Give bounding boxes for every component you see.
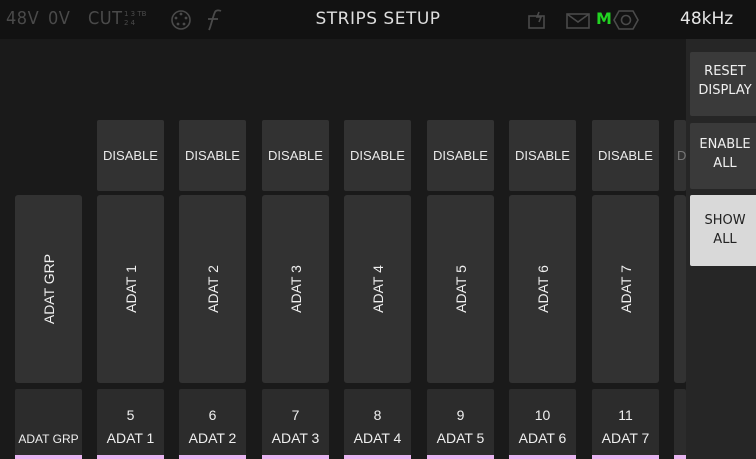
disable-button-adat-5[interactable]: DISABLE xyxy=(427,120,494,191)
disable-button-adat-7[interactable]: DISABLE xyxy=(592,120,659,191)
channel-number: 6 xyxy=(208,407,217,423)
strip-label: ADAT GRP xyxy=(40,253,57,325)
channel-number: 8 xyxy=(373,407,382,423)
channel-color-bar xyxy=(262,455,329,459)
reset-display-line2: DISPLAY xyxy=(698,83,752,98)
footer-channel-adat-7[interactable]: 11 ADAT 7 xyxy=(592,389,659,459)
footer-channel-adat-grp[interactable]: ADAT GRP xyxy=(15,389,82,459)
enable-all-line2: ALL xyxy=(713,156,737,171)
channel-number: 11 xyxy=(618,407,633,423)
reset-display-button[interactable]: RESET DISPLAY xyxy=(690,52,756,116)
strip-label: ADAT 6 xyxy=(534,265,551,313)
channel-label: ADAT GRP xyxy=(18,432,79,446)
strip-label: ADAT 1 xyxy=(122,265,139,313)
show-all-line2: ALL xyxy=(713,232,737,247)
disable-button-adat-6[interactable]: DISABLE xyxy=(509,120,576,191)
strip-label: ADAT 7 xyxy=(617,265,634,313)
channel-color-bar xyxy=(179,455,246,459)
channel-label: ADAT 5 xyxy=(436,430,485,446)
channel-label: ADAT 7 xyxy=(601,430,650,446)
channel-label: ADAT 2 xyxy=(188,430,237,446)
disable-button-adat-2[interactable]: DISABLE xyxy=(179,120,246,191)
strip-adat-grp[interactable]: ADAT GRP xyxy=(15,195,82,383)
strip-adat-4[interactable]: ADAT 4 xyxy=(344,195,411,383)
disable-button-partial[interactable]: D xyxy=(674,120,686,191)
strip-adat-3[interactable]: ADAT 3 xyxy=(262,195,329,383)
strip-label: ADAT 4 xyxy=(369,265,386,313)
footer-channel-adat-3[interactable]: 7 ADAT 3 xyxy=(262,389,329,459)
channel-label: ADAT 1 xyxy=(106,430,155,446)
m-indicator: M xyxy=(596,9,612,28)
channel-color-bar xyxy=(592,455,659,459)
channel-color-bar xyxy=(15,455,82,459)
enable-all-button[interactable]: ENABLE ALL xyxy=(690,123,756,189)
strip-adat-6[interactable]: ADAT 6 xyxy=(509,195,576,383)
channel-label: ADAT 4 xyxy=(353,430,402,446)
channel-color-bar xyxy=(674,455,686,459)
channel-number: 10 xyxy=(534,407,551,423)
show-all-line1: SHOW xyxy=(704,213,746,228)
mail-icon xyxy=(566,13,590,29)
channel-number: 7 xyxy=(291,407,300,423)
status-bar: 48V 0V CUT 1 3 TB 2 4 STRIPS SETUP M 48k… xyxy=(0,0,756,39)
sample-rate: 48kHz xyxy=(680,9,734,29)
channel-label: ADAT 6 xyxy=(518,430,567,446)
strip-label: ADAT 5 xyxy=(452,265,469,313)
show-all-button[interactable]: SHOW ALL xyxy=(690,195,756,266)
footer-channel-adat-4[interactable]: 8 ADAT 4 xyxy=(344,389,411,459)
footer-channel-adat-1[interactable]: 5 ADAT 1 xyxy=(97,389,164,459)
strip-label: ADAT 3 xyxy=(287,265,304,313)
disable-button-adat-3[interactable]: DISABLE xyxy=(262,120,329,191)
enable-all-line1: ENABLE xyxy=(699,137,751,152)
footer-channel-adat-2[interactable]: 6 ADAT 2 xyxy=(179,389,246,459)
phone-icon xyxy=(528,11,545,29)
disable-button-adat-4[interactable]: DISABLE xyxy=(344,120,411,191)
footer-channel-adat-5[interactable]: 9 ADAT 5 xyxy=(427,389,494,459)
channel-color-bar xyxy=(97,455,164,459)
strip-adat-7[interactable]: ADAT 7 xyxy=(592,195,659,383)
strip-adat-2[interactable]: ADAT 2 xyxy=(179,195,246,383)
strip-label: ADAT 2 xyxy=(204,265,221,313)
channel-color-bar xyxy=(509,455,576,459)
channel-number: 5 xyxy=(126,407,135,423)
channel-number: 9 xyxy=(456,407,465,423)
disable-button-adat-1[interactable]: DISABLE xyxy=(97,120,164,191)
reset-display-line1: RESET xyxy=(704,64,746,79)
strip-adat-1[interactable]: ADAT 1 xyxy=(97,195,164,383)
strip-adat-5[interactable]: ADAT 5 xyxy=(427,195,494,383)
speaker-icon xyxy=(613,10,639,30)
strip-partial[interactable] xyxy=(674,195,686,383)
channel-color-bar xyxy=(427,455,494,459)
channel-color-bar xyxy=(344,455,411,459)
channel-label: ADAT 3 xyxy=(271,430,320,446)
page-title: STRIPS SETUP xyxy=(315,9,441,29)
footer-channel-partial[interactable] xyxy=(674,389,686,459)
footer-channel-adat-6[interactable]: 10 ADAT 6 xyxy=(509,389,576,459)
